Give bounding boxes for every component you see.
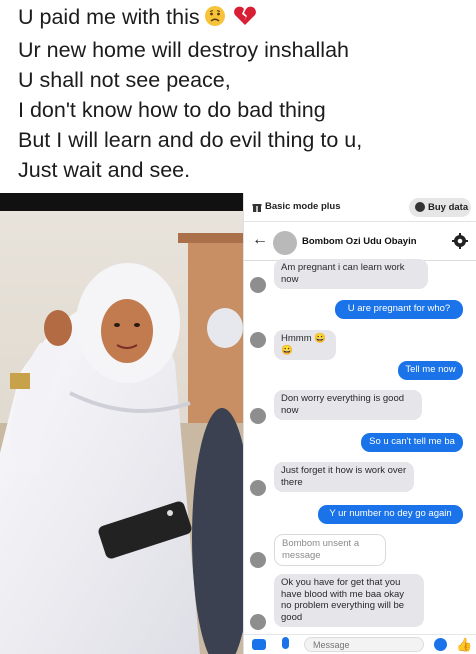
buy-data-button[interactable]: Buy data xyxy=(409,198,471,217)
message-outgoing: U are pregnant for who? xyxy=(335,300,463,319)
message-outgoing: Tell me now xyxy=(398,361,463,380)
message-incoming: Hmmm 😀😀 xyxy=(274,330,336,360)
caption-line-4: I don't know how to do bad thing xyxy=(18,98,326,122)
sender-avatar xyxy=(250,480,266,496)
message-incoming: Ok you have for get that you have blood … xyxy=(274,574,424,627)
contact-name[interactable]: Bombom Ozi Udu Obayin xyxy=(302,236,417,247)
caption-line-6: Just wait and see. xyxy=(18,158,191,182)
broken-heart-icon xyxy=(232,5,258,35)
message-input[interactable] xyxy=(304,637,424,652)
caption-line-2: Ur new home will destroy inshallah xyxy=(18,38,350,62)
sender-avatar xyxy=(250,332,266,348)
worried-face-icon xyxy=(204,5,228,35)
message-outgoing: So u can't tell me ba xyxy=(361,433,463,452)
woman-photo xyxy=(0,193,243,654)
gear-icon[interactable] xyxy=(451,232,469,250)
message-unsent: Bombom unsent a message xyxy=(274,534,386,566)
caption-line-5: But I will learn and do evil thing to u, xyxy=(18,128,363,152)
buy-data-label: Buy data xyxy=(428,202,469,213)
message-incoming: Don worry everything is good now xyxy=(274,390,422,420)
woman-in-white-hijab-photo-icon xyxy=(0,193,243,654)
conversation-header: ← Bombom Ozi Udu Obayin xyxy=(244,223,476,261)
emoji-icon[interactable] xyxy=(434,638,447,651)
microphone-icon[interactable] xyxy=(282,637,289,649)
post-caption: U paid me with this Ur new home will des… xyxy=(18,2,473,185)
message-incoming: Just forget it how is work over there xyxy=(274,462,414,492)
data-icon xyxy=(415,202,425,212)
back-arrow-icon[interactable]: ← xyxy=(252,231,268,249)
thumbs-up-icon[interactable]: 👍 xyxy=(456,637,472,652)
basic-mode-label: Basic mode plus xyxy=(265,201,341,212)
message-composer: 👍 xyxy=(244,634,476,654)
sender-avatar xyxy=(250,552,266,568)
sender-avatar xyxy=(250,408,266,424)
sender-avatar xyxy=(250,277,266,293)
camera-icon[interactable] xyxy=(252,639,266,650)
contact-avatar[interactable] xyxy=(273,231,297,255)
top-bar: Basic mode plus Buy data xyxy=(244,193,476,222)
message-incoming: Am pregnant i can learn work now xyxy=(274,259,428,289)
chat-screenshot: Basic mode plus Buy data ← Bombom Ozi Ud… xyxy=(243,193,476,654)
caption-line-3: U shall not see peace, xyxy=(18,68,231,92)
caption-line-1-text: U paid me with this xyxy=(18,5,200,29)
gift-icon xyxy=(252,204,262,212)
caption-line-1: U paid me with this xyxy=(18,2,473,35)
message-outgoing: Y ur number no dey go again xyxy=(318,505,463,524)
sender-avatar xyxy=(250,614,266,630)
